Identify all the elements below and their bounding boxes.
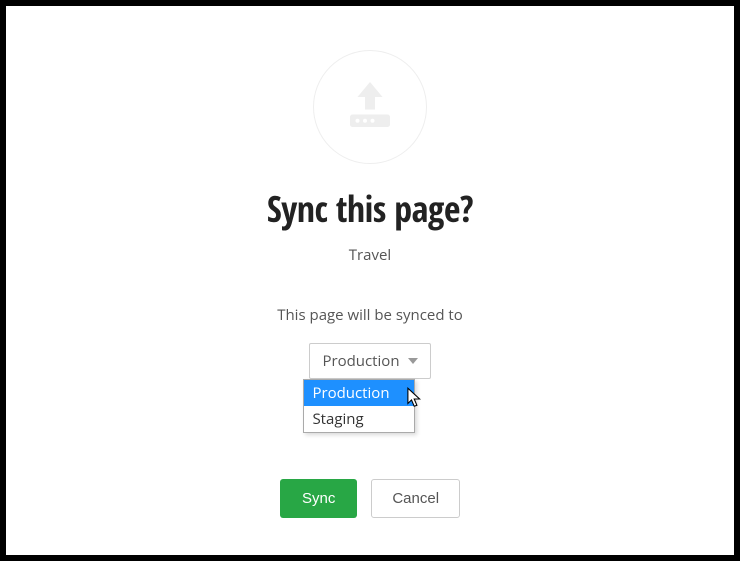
dropdown-option-production[interactable]: Production [304, 380, 414, 406]
environment-dropdown-wrapper: Production Production Staging [309, 343, 430, 379]
cancel-button[interactable]: Cancel [371, 479, 460, 518]
sync-dialog: Sync this page? Travel This page will be… [0, 0, 740, 561]
dialog-button-row: Sync Cancel [280, 479, 460, 518]
environment-dropdown-list: Production Staging [303, 379, 415, 433]
upload-icon-circle [313, 50, 427, 164]
upload-icon [340, 77, 400, 137]
dropdown-option-staging[interactable]: Staging [304, 406, 414, 432]
sync-description: This page will be synced to [277, 305, 463, 325]
environment-dropdown[interactable]: Production [309, 343, 430, 379]
dropdown-selected-label: Production [322, 351, 399, 371]
sync-button[interactable]: Sync [280, 479, 357, 518]
dialog-title: Sync this page? [267, 184, 473, 233]
chevron-down-icon [408, 358, 418, 364]
dialog-subtitle: Travel [349, 245, 391, 265]
